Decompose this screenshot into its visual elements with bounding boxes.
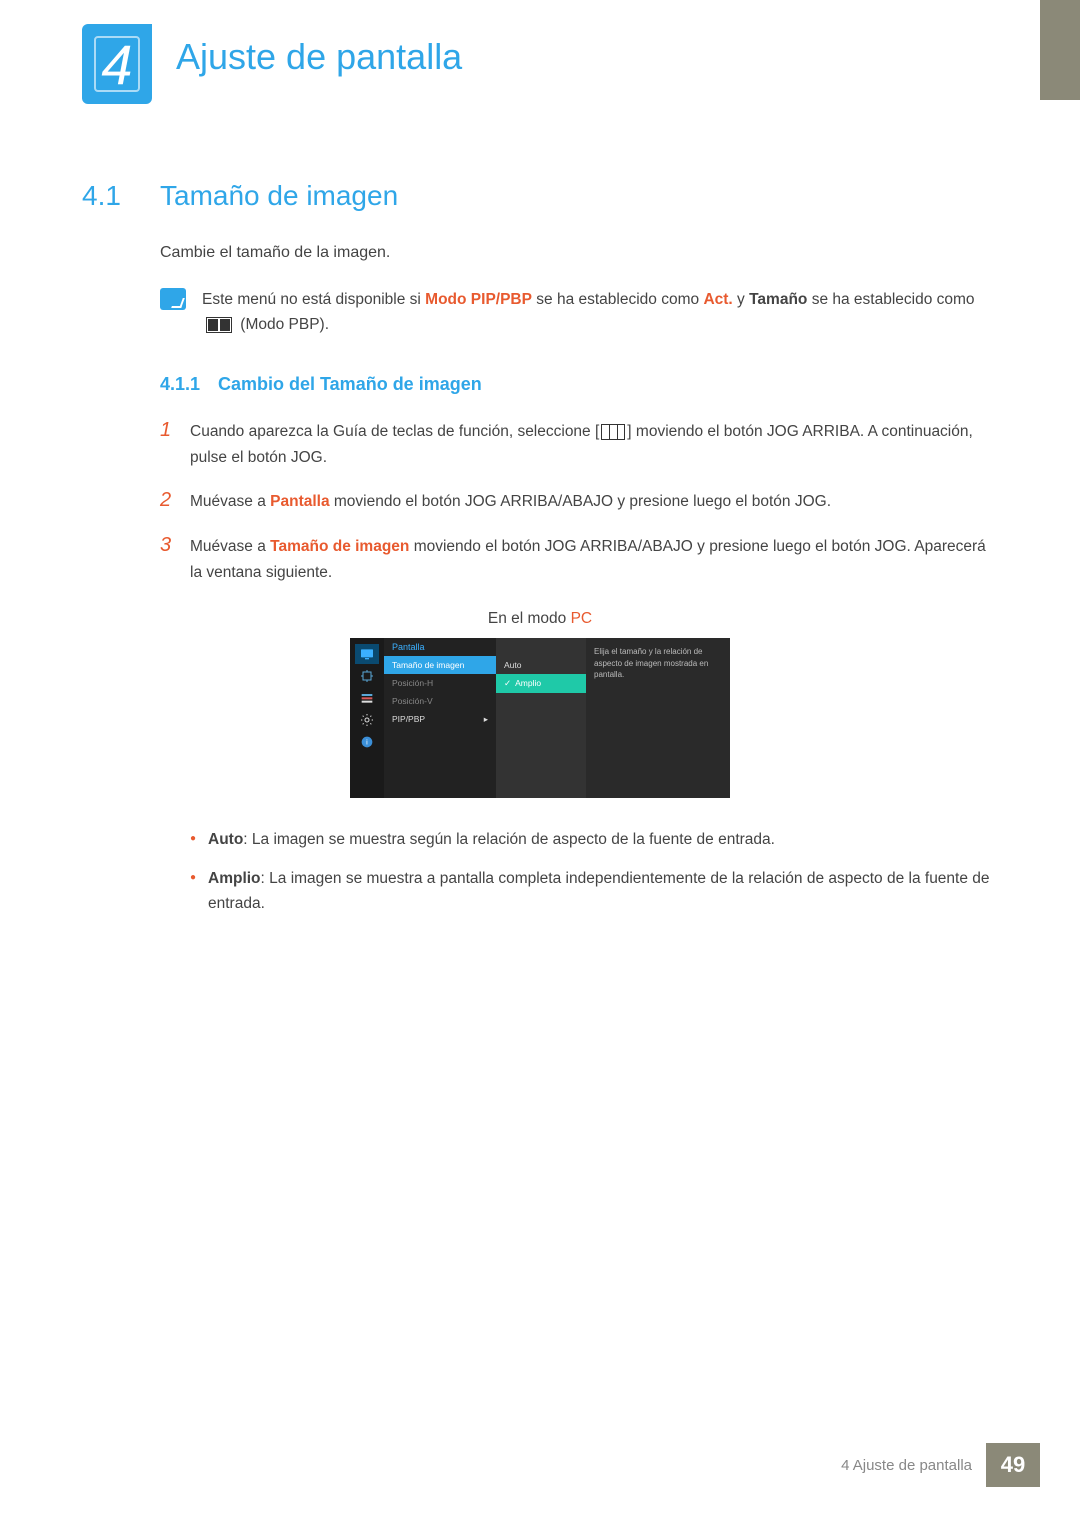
osd-position-icon [355, 666, 379, 686]
bullet-body: : La imagen se muestra según la relación… [243, 831, 775, 848]
bullet-dot-icon: ● [190, 828, 208, 853]
footer: 4 Ajuste de pantalla 49 [841, 1443, 1040, 1487]
mode-em: PC [571, 610, 593, 627]
osd-gear-icon [355, 710, 379, 730]
step2-pre: Muévase a [190, 493, 270, 510]
osd-option-selected: ✓ Amplio [496, 674, 586, 693]
subsection-heading: 4.1.1 Cambio del Tamaño de imagen [160, 374, 998, 395]
osd-options: Auto ✓ Amplio [496, 638, 586, 798]
mode-label: En el modo PC [82, 610, 998, 628]
note-post2: (Modo PBP). [236, 316, 329, 333]
chapter-number: 4 [101, 32, 132, 97]
osd-menu-item-active: Tamaño de imagen [384, 656, 496, 674]
bullet-dot-icon: ● [190, 867, 208, 917]
step2-em: Pantalla [270, 493, 329, 510]
step-number: 3 [160, 534, 190, 587]
osd-sidebar: i [350, 638, 384, 798]
osd-menu-header: Pantalla [384, 638, 496, 656]
step1-pre: Cuando aparezca la Guía de teclas de fun… [190, 423, 599, 440]
note: Este menú no está disponible si Modo PIP… [160, 288, 998, 338]
note-icon [160, 288, 186, 310]
note-post1: se ha establecido como [807, 291, 974, 308]
chevron-right-icon: ▸ [484, 714, 488, 725]
footer-text: 4 Ajuste de pantalla [841, 1457, 972, 1474]
bullet-body: : La imagen se muestra a pantalla comple… [208, 870, 990, 912]
note-pre: Este menú no está disponible si [202, 291, 425, 308]
bullet-em: Amplio [208, 870, 261, 887]
bullet-text: Amplio: La imagen se muestra a pantalla … [208, 867, 998, 917]
subsection-number: 4.1.1 [160, 374, 218, 395]
note-mid2: y [733, 291, 749, 308]
step-2: 2 Muévase a Pantalla moviendo el botón J… [160, 489, 998, 515]
page-number: 49 [986, 1443, 1040, 1487]
step-text: Cuando aparezca la Guía de teclas de fun… [190, 419, 998, 472]
note-em1: Modo PIP/PBP [425, 291, 532, 308]
osd-menu: Pantalla Tamaño de imagen Posición-H Pos… [384, 638, 496, 798]
bullet-amplio: ● Amplio: La imagen se muestra a pantall… [190, 867, 998, 917]
osd-preview: i Pantalla Tamaño de imagen Posición-H P… [350, 638, 730, 798]
chapter-tab: 4 [82, 24, 152, 104]
section-title: Tamaño de imagen [160, 180, 398, 212]
step2-post: moviendo el botón JOG ARRIBA/ABAJO y pre… [330, 493, 831, 510]
osd-menu-item: Posición-V [384, 692, 496, 710]
chapter-title: Ajuste de pantalla [176, 36, 462, 78]
osd-menu-item: PIP/PBP ▸ [384, 710, 496, 729]
section-heading: 4.1 Tamaño de imagen [82, 180, 998, 212]
section-number: 4.1 [82, 180, 160, 212]
bullet-em: Auto [208, 831, 243, 848]
note-em3: Tamaño [749, 291, 807, 308]
osd-screen-icon [355, 644, 379, 664]
step3-em: Tamaño de imagen [270, 538, 409, 555]
check-icon: ✓ [504, 678, 511, 689]
subsection-title: Cambio del Tamaño de imagen [218, 374, 482, 395]
note-em2: Act. [703, 291, 732, 308]
step-1: 1 Cuando aparezca la Guía de teclas de f… [160, 419, 998, 472]
osd-list-icon [355, 688, 379, 708]
osd-option: Auto [496, 656, 586, 674]
pbp-mode-icon [206, 317, 232, 333]
mode-pre: En el modo [488, 610, 571, 627]
step-text: Muévase a Pantalla moviendo el botón JOG… [190, 489, 831, 515]
bullet-text: Auto: La imagen se muestra según la rela… [208, 828, 775, 853]
note-text: Este menú no está disponible si Modo PIP… [202, 288, 998, 338]
page-accent-bar [1040, 0, 1080, 100]
osd-opt-amplio: Amplio [515, 678, 541, 688]
osd-item-pip: PIP/PBP [392, 714, 425, 725]
bullet-auto: ● Auto: La imagen se muestra según la re… [190, 828, 998, 853]
note-mid1: se ha establecido como [532, 291, 703, 308]
menu-icon [601, 424, 625, 440]
step-3: 3 Muévase a Tamaño de imagen moviendo el… [160, 534, 998, 587]
osd-info-icon: i [355, 732, 379, 752]
section-intro: Cambie el tamaño de la imagen. [160, 244, 998, 262]
step-number: 2 [160, 489, 190, 515]
step3-pre: Muévase a [190, 538, 270, 555]
osd-description: Elija el tamaño y la relación de aspecto… [586, 638, 730, 798]
osd-menu-item: Posición-H [384, 674, 496, 692]
step-text: Muévase a Tamaño de imagen moviendo el b… [190, 534, 998, 587]
step-number: 1 [160, 419, 190, 472]
